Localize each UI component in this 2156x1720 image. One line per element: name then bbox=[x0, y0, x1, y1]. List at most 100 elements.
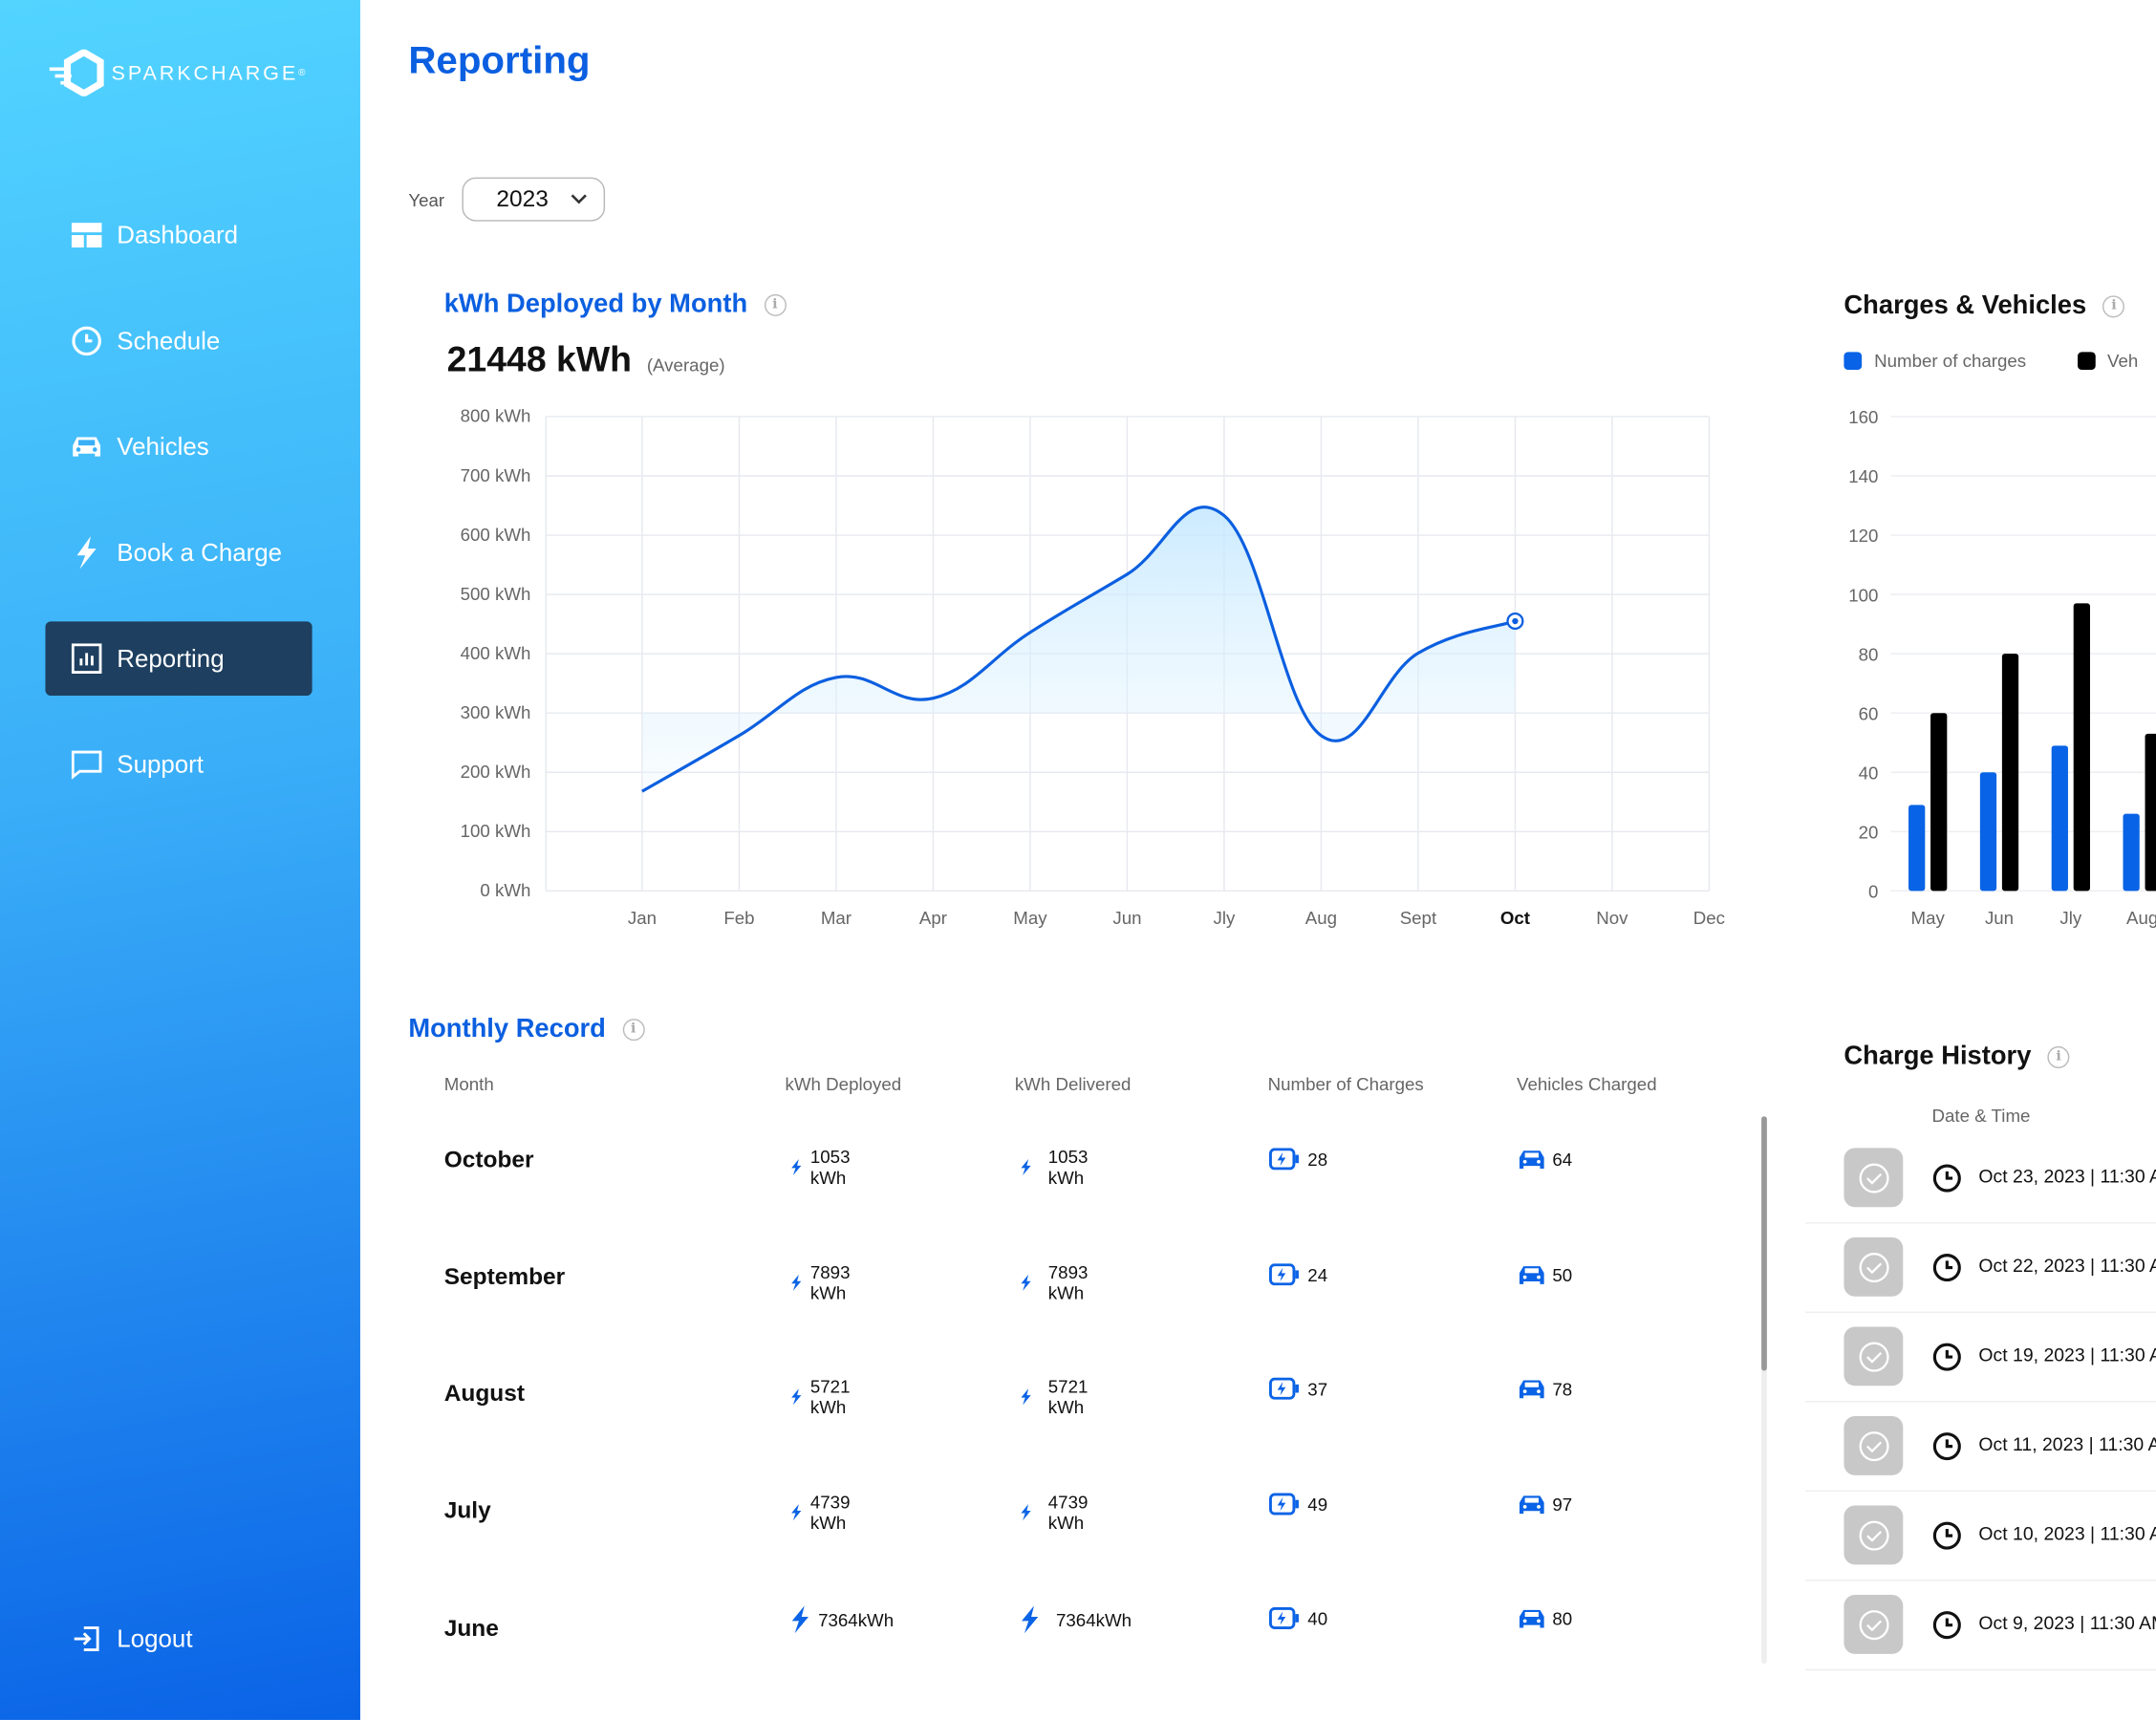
x-tick-label: Dec bbox=[1693, 908, 1725, 928]
check-circle-icon bbox=[1858, 1609, 1888, 1640]
y-tick-label: 700 kWh bbox=[461, 465, 531, 485]
charges-cell: 40 bbox=[1269, 1606, 1328, 1629]
clock-icon bbox=[1932, 1611, 1961, 1640]
kwh-delivered-cell: 7893 kWh bbox=[1021, 1262, 1096, 1303]
bar-charges bbox=[1979, 772, 1997, 892]
vehicles-cell: 78 bbox=[1519, 1378, 1572, 1400]
y-tick-label: 20 bbox=[1859, 822, 1879, 842]
column-header: Vehicles Charged bbox=[1516, 1073, 1657, 1095]
status-check-button[interactable] bbox=[1843, 1595, 1904, 1654]
y-tick-label: 0 bbox=[1868, 882, 1878, 902]
status-check-button[interactable] bbox=[1843, 1326, 1904, 1387]
clock-icon bbox=[1932, 1164, 1961, 1193]
vehicles-value: 50 bbox=[1552, 1263, 1573, 1285]
lightning-icon bbox=[1022, 1605, 1039, 1634]
charges-value: 40 bbox=[1307, 1607, 1328, 1629]
charges-cell: 37 bbox=[1269, 1377, 1328, 1400]
x-tick-label: Aug bbox=[2126, 908, 2156, 928]
bar-vehicles bbox=[2145, 733, 2156, 892]
kwh-delivered-value: 1053 kWh bbox=[1047, 1146, 1089, 1189]
car-icon bbox=[1519, 1266, 1544, 1284]
bar-charges bbox=[1908, 805, 1926, 892]
check-circle-icon bbox=[1858, 1162, 1888, 1193]
bar-charges bbox=[2051, 745, 2068, 892]
battery-charging-icon bbox=[1269, 1148, 1299, 1171]
vehicles-value: 80 bbox=[1552, 1607, 1573, 1629]
check-circle-icon bbox=[1858, 1430, 1888, 1461]
y-tick-label: 80 bbox=[1859, 644, 1879, 664]
vehicles-cell: 64 bbox=[1519, 1148, 1573, 1170]
kwh-deployed-value: 7893 kWh bbox=[809, 1261, 851, 1303]
car-icon bbox=[1519, 1150, 1544, 1169]
charges-value: 49 bbox=[1307, 1494, 1328, 1515]
status-check-button[interactable] bbox=[1843, 1415, 1904, 1475]
status-check-button[interactable] bbox=[1843, 1236, 1904, 1297]
vehicles-cell: 80 bbox=[1519, 1607, 1573, 1629]
lightning-icon bbox=[791, 1605, 809, 1634]
vehicles-cell: 97 bbox=[1519, 1494, 1572, 1516]
vehicles-value: 64 bbox=[1552, 1149, 1573, 1170]
x-tick-label: Nov bbox=[1596, 908, 1628, 928]
kwh-delivered-value: 5721 kWh bbox=[1047, 1376, 1089, 1418]
bar-vehicles bbox=[1930, 713, 1948, 892]
x-tick-label: Apr bbox=[919, 908, 947, 928]
history-row[interactable]: Oct 22, 2023 | 11:30 AM bbox=[1805, 1222, 2156, 1314]
charges-cell: 49 bbox=[1269, 1493, 1328, 1516]
lightning-icon bbox=[791, 1388, 802, 1406]
charges-bar-chart: 0 20 40 60 80 100 120 140 160 May Jun Jly Aug bbox=[1848, 407, 2156, 928]
history-datetime: Oct 23, 2023 | 11:30 AM bbox=[1978, 1166, 2156, 1187]
history-row[interactable]: Oct 9, 2023 | 11:30 AM bbox=[1805, 1580, 2156, 1671]
history-row[interactable]: Oct 11, 2023 | 11:30 AM bbox=[1805, 1401, 2156, 1493]
kwh-deployed-value: 4739 kWh bbox=[809, 1492, 851, 1534]
kwh-deployed-cell: 7364kWh bbox=[790, 1605, 895, 1634]
battery-charging-icon bbox=[1269, 1493, 1299, 1516]
clock-icon bbox=[1932, 1432, 1961, 1461]
clock-icon bbox=[1932, 1254, 1961, 1282]
y-tick-label: 60 bbox=[1859, 703, 1879, 723]
car-icon bbox=[1519, 1609, 1544, 1628]
app: SPARKCHARGE ® Dashboard Schedule Vehicles Bo… bbox=[0, 0, 2156, 1720]
month-cell: October bbox=[443, 1146, 534, 1173]
battery-charging-icon bbox=[1269, 1606, 1299, 1629]
y-tick-label: 100 kWh bbox=[461, 821, 531, 841]
y-tick-label: 0 kWh bbox=[480, 880, 530, 900]
x-tick-label: May bbox=[1013, 908, 1047, 928]
status-check-button[interactable] bbox=[1843, 1505, 1904, 1565]
month-cell: June bbox=[443, 1615, 499, 1642]
history-row[interactable]: Oct 10, 2023 | 11:30 AM bbox=[1805, 1491, 2156, 1581]
monthly-record-title: Monthly Record i bbox=[408, 1015, 645, 1045]
x-tick-label: Oct bbox=[1500, 908, 1530, 928]
lightning-icon bbox=[1021, 1504, 1031, 1521]
kwh-deployed-cell: 5721 kWh bbox=[790, 1376, 857, 1417]
info-icon[interactable]: i bbox=[622, 1019, 645, 1042]
month-cell: September bbox=[443, 1263, 566, 1290]
kwh-delivered-value: 7364kWh bbox=[1055, 1609, 1132, 1630]
check-circle-icon bbox=[1858, 1252, 1888, 1282]
bar-vehicles bbox=[2001, 654, 2019, 892]
history-row[interactable]: Oct 19, 2023 | 11:30 AM bbox=[1805, 1312, 2156, 1403]
scrollbar-thumb[interactable] bbox=[1761, 1116, 1767, 1371]
x-tick-label: Jun bbox=[1985, 908, 2014, 928]
column-header: Month bbox=[443, 1073, 494, 1095]
info-icon[interactable]: i bbox=[2047, 1045, 2070, 1068]
status-check-button[interactable] bbox=[1843, 1148, 1904, 1208]
y-tick-label: 300 kWh bbox=[461, 702, 531, 722]
history-datetime: Oct 19, 2023 | 11:30 AM bbox=[1978, 1344, 2156, 1365]
lightning-icon bbox=[1021, 1274, 1031, 1291]
x-tick-label: Jly bbox=[2059, 908, 2081, 928]
kwh-delivered-cell: 7364kWh bbox=[1021, 1605, 1132, 1634]
battery-charging-icon bbox=[1269, 1377, 1299, 1400]
logout-button[interactable]: Logout bbox=[45, 1602, 312, 1676]
column-header: kWh Deployed bbox=[785, 1073, 902, 1095]
battery-charging-icon bbox=[1269, 1263, 1299, 1286]
history-datetime: Oct 9, 2023 | 11:30 AM bbox=[1978, 1612, 2156, 1634]
table-scrollbar[interactable] bbox=[1761, 1116, 1767, 1664]
charges-value: 37 bbox=[1307, 1378, 1328, 1399]
history-row[interactable]: Oct 23, 2023 | 11:30 AM bbox=[1805, 1133, 2156, 1224]
lightning-icon bbox=[791, 1504, 802, 1521]
history-datetime: Oct 10, 2023 | 11:30 AM bbox=[1978, 1523, 2156, 1544]
kwh-delivered-value: 7893 kWh bbox=[1047, 1261, 1089, 1303]
kwh-deployed-value: 7364kWh bbox=[818, 1609, 895, 1630]
y-tick-label: 600 kWh bbox=[461, 525, 531, 545]
history-datetime: Oct 22, 2023 | 11:30 AM bbox=[1978, 1255, 2156, 1277]
